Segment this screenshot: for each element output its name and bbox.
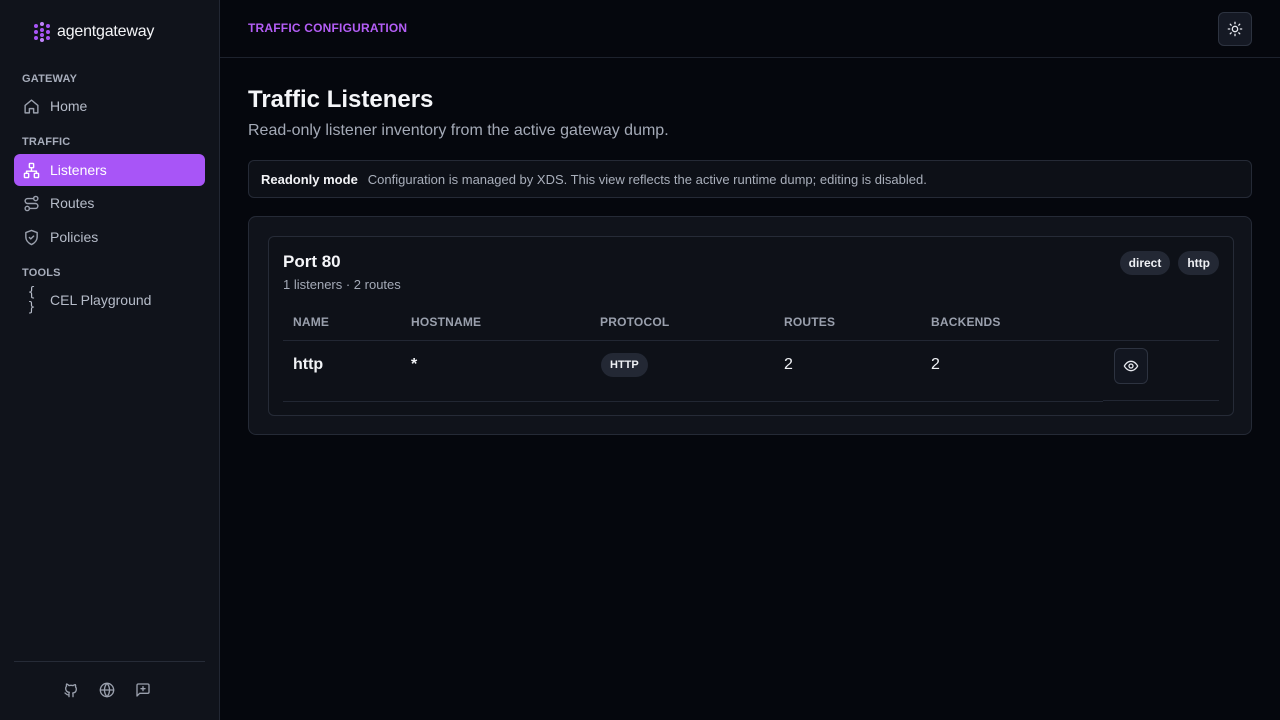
- column-header-protocol: PROTOCOL: [600, 315, 670, 329]
- shield-icon: [23, 229, 40, 246]
- column-header-routes: ROUTES: [784, 315, 836, 329]
- feedback-icon[interactable]: [134, 681, 152, 699]
- sidebar-item-listeners[interactable]: Listeners: [14, 154, 205, 186]
- sidebar-item-cel-playground[interactable]: { } CEL Playground: [14, 284, 205, 316]
- route-icon: [23, 195, 40, 212]
- sidebar-item-label: Policies: [50, 229, 99, 245]
- braces-icon: { }: [27, 285, 36, 315]
- cell-backends: 2: [931, 356, 940, 373]
- tag-direct: direct: [1119, 251, 1171, 275]
- view-listener-button[interactable]: [1114, 348, 1148, 384]
- notice-title: Readonly mode: [261, 171, 358, 187]
- sidebar-item-label: Routes: [50, 195, 95, 211]
- sidebar-divider: [14, 661, 205, 662]
- network-icon: [23, 162, 40, 179]
- section-title-tools: TOOLS: [22, 267, 61, 279]
- cell-name: http: [293, 356, 324, 373]
- port-tags: direct http: [1119, 251, 1219, 275]
- port-card: Port 80 1 listeners · 2 routes direct ht…: [268, 236, 1234, 416]
- sun-icon: [1227, 21, 1243, 37]
- globe-icon[interactable]: [98, 681, 116, 699]
- cell-routes: 2: [784, 356, 793, 373]
- table-header: NAME HOSTNAME PROTOCOL ROUTES BACKENDS: [283, 315, 1219, 341]
- sidebar-footer: [62, 681, 152, 699]
- column-header-hostname: HOSTNAME: [411, 315, 482, 329]
- breadcrumb: TRAFFIC CONFIGURATION: [248, 21, 408, 35]
- logo-icon: [34, 22, 50, 42]
- tag-http: http: [1178, 251, 1219, 275]
- section-title-gateway: GATEWAY: [22, 73, 78, 85]
- port-meta: 1 listeners · 2 routes: [283, 277, 401, 292]
- port-title: Port 80: [283, 252, 341, 271]
- readonly-notice: Readonly mode Configuration is managed b…: [248, 160, 1252, 198]
- home-icon: [23, 98, 40, 115]
- page-title: Traffic Listeners: [248, 86, 434, 113]
- sidebar-item-routes[interactable]: Routes: [14, 187, 205, 219]
- sidebar-item-label: CEL Playground: [50, 292, 152, 308]
- top-bar: TRAFFIC CONFIGURATION: [220, 0, 1280, 58]
- cell-hostname: *: [411, 356, 418, 373]
- sidebar-item-policies[interactable]: Policies: [14, 221, 205, 253]
- sidebar-item-home[interactable]: Home: [14, 90, 205, 122]
- row-divider: [283, 401, 1103, 402]
- sidebar-item-label: Listeners: [50, 162, 107, 178]
- theme-toggle-button[interactable]: [1218, 12, 1252, 46]
- column-header-name: NAME: [293, 315, 330, 329]
- column-header-backends: BACKENDS: [931, 315, 1001, 329]
- app-logo[interactable]: agentgateway: [33, 22, 154, 42]
- table-row: http * HTTP 2 2: [283, 342, 1219, 402]
- row-divider: [1103, 400, 1219, 401]
- notice-text: Configuration is managed by XDS. This vi…: [367, 171, 927, 187]
- github-icon[interactable]: [62, 681, 80, 699]
- eye-icon: [1123, 360, 1139, 372]
- sidebar: agentgateway GATEWAY Home TRAFFIC Listen…: [0, 0, 220, 720]
- app-name: agentgateway: [57, 23, 155, 40]
- sidebar-item-label: Home: [50, 98, 88, 114]
- protocol-badge: HTTP: [601, 353, 648, 377]
- listeners-panel: Port 80 1 listeners · 2 routes direct ht…: [248, 216, 1252, 435]
- page-subtitle: Read-only listener inventory from the ac…: [248, 122, 669, 139]
- section-title-traffic: TRAFFIC: [22, 136, 71, 148]
